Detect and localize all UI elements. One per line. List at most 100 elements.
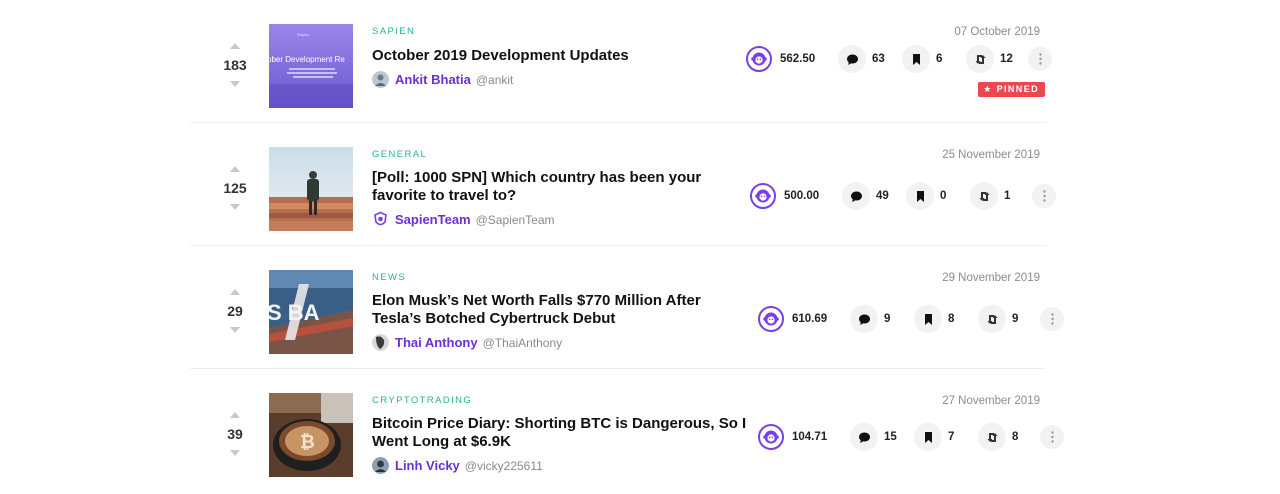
post-title[interactable]: [Poll: 1000 SPN] Which country has been …	[372, 169, 752, 205]
post-category[interactable]: CRYPTOTRADING	[372, 395, 752, 406]
post-thumbnail[interactable]	[269, 147, 353, 231]
more-vertical-icon[interactable]	[1040, 425, 1064, 449]
repost-icon[interactable]	[978, 305, 1006, 333]
comment-count: 63	[872, 53, 885, 65]
post-stats: 562.50 63 6 12	[746, 45, 1052, 73]
comments-stat: 49	[842, 182, 898, 210]
post-title[interactable]: Bitcoin Price Diary: Shorting BTC is Dan…	[372, 415, 752, 451]
downvote-icon[interactable]	[230, 450, 240, 456]
svg-text:₿: ₿	[300, 432, 315, 452]
bookmark-icon[interactable]	[914, 305, 942, 333]
post-author: Thai Anthony @ThaiAnthony	[372, 334, 752, 351]
ape-coin-icon	[758, 306, 784, 332]
post-title[interactable]: October 2019 Development Updates	[372, 47, 752, 65]
repost-icon[interactable]	[966, 45, 994, 73]
spn-reward[interactable]: 562.50	[746, 46, 824, 72]
post-category[interactable]: GENERAL	[372, 149, 752, 160]
post-author: SapienTeam @SapienTeam	[372, 211, 752, 228]
repost-icon[interactable]	[970, 182, 998, 210]
post-category[interactable]: NEWS	[372, 272, 752, 283]
comment-count: 9	[884, 313, 891, 325]
repost-count: 9	[1012, 313, 1019, 325]
bookmark-icon[interactable]	[914, 423, 942, 451]
upvote-icon[interactable]	[230, 289, 240, 295]
post-item: 183 Sapien ober Development Re SAPIEN Oc…	[190, 0, 1052, 123]
spn-value: 562.50	[780, 53, 816, 65]
avatar[interactable]	[372, 71, 389, 88]
thumbnail-text: S BA	[269, 300, 320, 325]
vote-count: 183	[223, 57, 247, 73]
post-title[interactable]: Elon Musk’s Net Worth Falls $770 Million…	[372, 292, 752, 328]
post-author: Linh Vicky @vicky225611	[372, 457, 752, 474]
ape-coin-icon	[746, 46, 772, 72]
bookmarks-stat: 8	[914, 305, 970, 333]
reposts-stat: 8	[978, 423, 1034, 451]
repost-count: 12	[1000, 53, 1013, 65]
reposts-stat: 1	[970, 182, 1026, 210]
thumbnail-text: ober Development Re	[269, 55, 345, 64]
pinned-label: PINNED	[996, 84, 1039, 94]
author-name[interactable]: Ankit Bhatia	[395, 72, 471, 87]
repost-icon[interactable]	[978, 423, 1006, 451]
more-vertical-icon[interactable]	[1040, 307, 1064, 331]
vote-control: 125	[212, 166, 258, 210]
ape-coin-icon	[750, 183, 776, 209]
post-info: GENERAL [Poll: 1000 SPN] Which country h…	[372, 149, 752, 228]
post-info: SAPIEN October 2019 Development Updates …	[372, 26, 752, 88]
post-thumbnail[interactable]: S BA	[269, 270, 353, 354]
comment-count: 15	[884, 431, 897, 443]
reposts-stat: 9	[978, 305, 1034, 333]
bookmark-icon[interactable]	[906, 182, 934, 210]
comment-bubble-icon[interactable]	[850, 423, 878, 451]
spn-value: 500.00	[784, 190, 820, 202]
author-name[interactable]: Thai Anthony	[395, 335, 478, 350]
post-thumbnail[interactable]: ₿	[269, 393, 353, 477]
post-thumbnail[interactable]: Sapien ober Development Re	[269, 24, 353, 108]
post-stats: 104.71 15 7 8	[758, 423, 1064, 451]
more-vertical-icon[interactable]	[1032, 184, 1056, 208]
bookmark-icon[interactable]	[902, 45, 930, 73]
comments-stat: 63	[838, 45, 894, 73]
downvote-icon[interactable]	[230, 81, 240, 87]
post-date: 27 November 2019	[942, 395, 1040, 407]
author-name[interactable]: SapienTeam	[395, 212, 471, 227]
downvote-icon[interactable]	[230, 327, 240, 333]
vote-control: 183	[212, 43, 258, 87]
spn-reward[interactable]: 500.00	[750, 183, 828, 209]
repost-count: 8	[1012, 431, 1019, 443]
more-vertical-icon[interactable]	[1028, 47, 1052, 71]
post-item: 39 ₿ CRYPTOTRADING Bitcoin Price Diary: …	[190, 369, 1064, 492]
star-icon: ★	[983, 84, 993, 94]
comment-bubble-icon[interactable]	[850, 305, 878, 333]
upvote-icon[interactable]	[230, 43, 240, 49]
post-category[interactable]: SAPIEN	[372, 26, 752, 37]
ape-coin-icon	[758, 424, 784, 450]
downvote-icon[interactable]	[230, 204, 240, 210]
upvote-icon[interactable]	[230, 412, 240, 418]
post-feed: 183 Sapien ober Development Re SAPIEN Oc…	[190, 0, 1064, 492]
bookmarks-stat: 6	[902, 45, 958, 73]
repost-count: 1	[1004, 190, 1011, 202]
avatar[interactable]	[372, 211, 389, 228]
comment-bubble-icon[interactable]	[838, 45, 866, 73]
pinned-badge: ★ PINNED	[978, 82, 1045, 97]
post-item: 125 GENERAL [Poll: 1000 SPN] Which count…	[190, 123, 1056, 246]
avatar[interactable]	[372, 334, 389, 351]
comments-stat: 15	[850, 423, 906, 451]
spn-reward[interactable]: 610.69	[758, 306, 836, 332]
upvote-icon[interactable]	[230, 166, 240, 172]
bookmarks-stat: 7	[914, 423, 970, 451]
bookmarks-stat: 0	[906, 182, 962, 210]
spn-reward[interactable]: 104.71	[758, 424, 836, 450]
reposts-stat: 12	[966, 45, 1022, 73]
author-handle: @vicky225611	[464, 458, 543, 473]
comment-bubble-icon[interactable]	[842, 182, 870, 210]
vote-count: 39	[227, 426, 243, 442]
post-author: Ankit Bhatia @ankit	[372, 71, 752, 88]
author-handle: @ankit	[475, 72, 514, 87]
bookmark-count: 8	[948, 313, 955, 325]
spn-value: 104.71	[792, 431, 828, 443]
avatar[interactable]	[372, 457, 389, 474]
author-name[interactable]: Linh Vicky	[395, 458, 460, 473]
comments-stat: 9	[850, 305, 906, 333]
